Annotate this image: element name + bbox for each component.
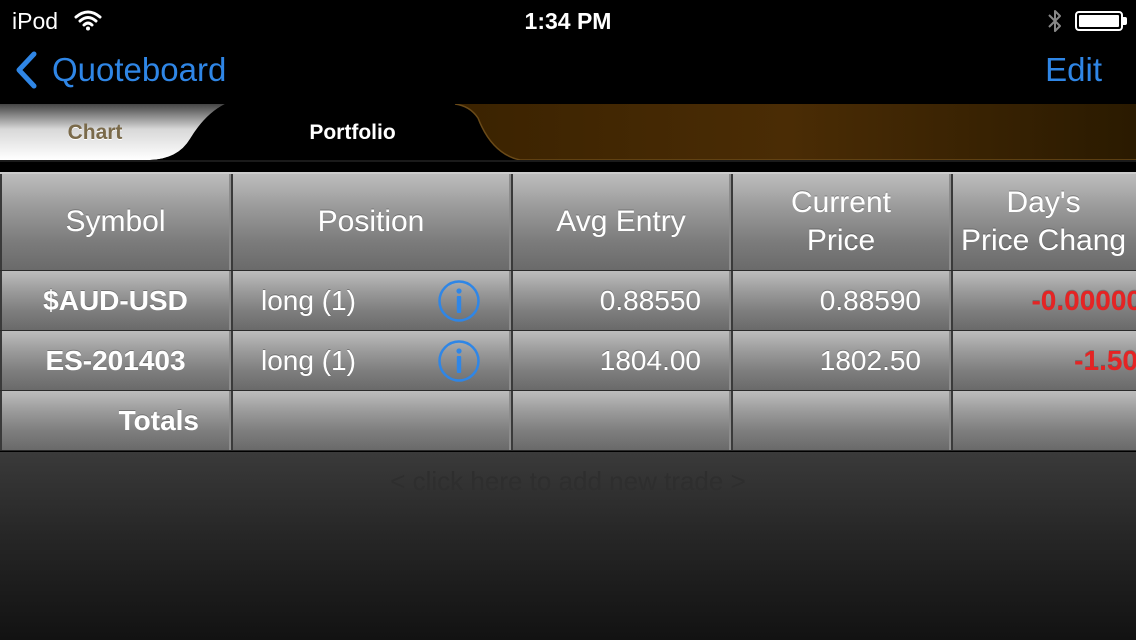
- table-row[interactable]: $AUD-USD long (1) 0.88550 0.88590 -0.000…: [0, 271, 1136, 331]
- header-label: Day's Price Chang: [961, 186, 1127, 257]
- tab-portfolio[interactable]: Portfolio: [250, 104, 455, 162]
- chevron-left-icon: [16, 51, 37, 89]
- column-header-symbol[interactable]: Symbol: [0, 174, 231, 270]
- header-label: Current Price: [790, 186, 892, 257]
- cell-day-change: -1.50: [951, 331, 1136, 390]
- add-trade-area: < click here to add new trade >: [0, 452, 1136, 640]
- tab-chart[interactable]: Chart: [0, 104, 190, 162]
- totals-label: Totals: [0, 391, 231, 450]
- bluetooth-icon: [1048, 10, 1061, 32]
- header-label: Position: [317, 205, 425, 238]
- navigation-bar: Quoteboard Edit: [0, 40, 1136, 104]
- tab-strip: Chart Portfolio: [0, 104, 1136, 162]
- column-header-day-change[interactable]: Day's Price Chang: [951, 174, 1136, 270]
- cell-symbol: ES-201403: [0, 331, 231, 390]
- header-label: Avg Entry: [556, 205, 686, 238]
- portfolio-table: Symbol Position Avg Entry Current Price …: [0, 172, 1136, 451]
- info-icon[interactable]: [437, 279, 481, 323]
- add-trade-link[interactable]: < click here to add new trade >: [0, 466, 1136, 497]
- column-header-avg-entry[interactable]: Avg Entry: [511, 174, 731, 270]
- battery-icon: [1075, 11, 1127, 31]
- column-header-position[interactable]: Position: [231, 174, 511, 270]
- position-value: long (1): [261, 284, 356, 316]
- clock: 1:34 PM: [524, 8, 612, 34]
- status-bar: iPod 1:34 PM: [0, 0, 1136, 40]
- position-value: long (1): [261, 344, 356, 376]
- cell-day-change: -0.00000: [951, 271, 1136, 330]
- day-change-value: -1.50: [1074, 344, 1136, 376]
- cell-symbol: $AUD-USD: [0, 271, 231, 330]
- totals-cell-avg-entry: [511, 391, 731, 450]
- cell-avg-entry: 0.88550: [511, 271, 731, 330]
- back-button[interactable]: Quoteboard: [14, 50, 226, 90]
- column-header-current-price[interactable]: Current Price: [731, 174, 951, 270]
- cell-position: long (1): [231, 331, 511, 390]
- table-row[interactable]: ES-201403 long (1) 1804.00 1802.50 -1.50: [0, 331, 1136, 391]
- cell-current-price: 0.88590: [731, 271, 951, 330]
- day-change-value: -0.00000: [1031, 284, 1136, 316]
- cell-position: long (1): [231, 271, 511, 330]
- back-button-label: Quoteboard: [52, 51, 227, 88]
- table-header-row: Symbol Position Avg Entry Current Price …: [0, 174, 1136, 271]
- edit-button[interactable]: Edit: [1045, 51, 1102, 89]
- info-icon[interactable]: [437, 339, 481, 383]
- totals-cell-day-change: [951, 391, 1136, 450]
- totals-cell-position: [231, 391, 511, 450]
- header-label: Symbol: [65, 205, 166, 238]
- totals-row: Totals: [0, 391, 1136, 451]
- cell-avg-entry: 1804.00: [511, 331, 731, 390]
- cell-current-price: 1802.50: [731, 331, 951, 390]
- totals-cell-current-price: [731, 391, 951, 450]
